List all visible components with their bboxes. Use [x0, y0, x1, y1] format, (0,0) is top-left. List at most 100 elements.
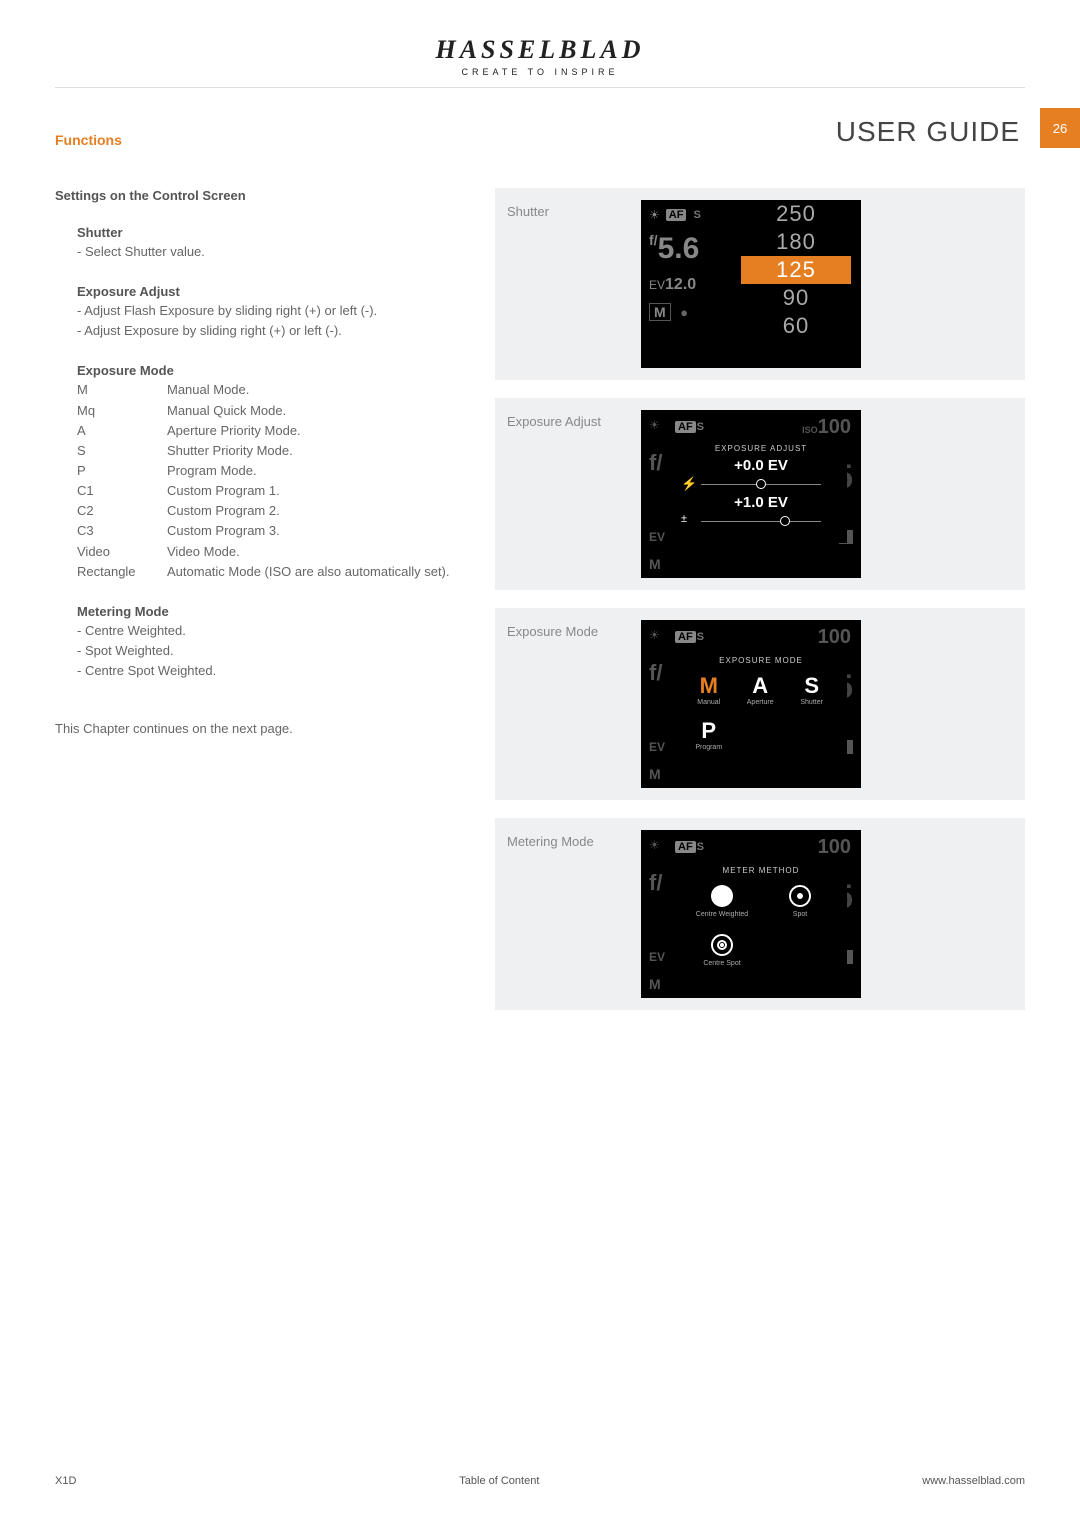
mode-value: Custom Program 1.	[167, 481, 450, 501]
dot-icon: ●	[680, 305, 688, 320]
shutter-value[interactable]: 180	[741, 228, 851, 256]
shutter-value[interactable]: 60	[741, 312, 851, 340]
mode-row: RectangleAutomatic Mode (ISO are also au…	[77, 562, 450, 582]
mode-row: PProgram Mode.	[77, 461, 450, 481]
ev-prefix: EV	[649, 278, 665, 292]
card-shutter: Shutter ☀ AFS f/5.6 EV12.0 M ●	[495, 188, 1025, 380]
af-badge: AF	[666, 209, 687, 221]
f-bg: f/	[649, 660, 662, 686]
af-badge-bg: AFS	[675, 838, 704, 853]
brand-name: HASSELBLAD	[0, 35, 1080, 65]
ev-bg: EV	[649, 740, 665, 754]
display-shutter: ☀ AFS f/5.6 EV12.0 M ● 2501801259060	[641, 200, 861, 368]
expmode-heading: Exposure Mode	[77, 363, 465, 378]
m-bg: M	[649, 766, 661, 782]
exposure-mode-option[interactable]: PProgram	[683, 714, 734, 759]
mode-row: MManual Mode.	[77, 380, 450, 400]
page-footer: X1D Table of Content www.hasselblad.com	[55, 1475, 1025, 1487]
exposure-mode-option[interactable]: AAperture	[734, 669, 785, 714]
metering-sublabel: Centre Spot	[683, 960, 761, 967]
shutter-line: - Select Shutter value.	[77, 242, 465, 262]
sun-icon: ☀	[649, 628, 660, 642]
mode-value: Video Mode.	[167, 542, 450, 562]
mode-value: Custom Program 3.	[167, 521, 450, 541]
flash-exposure-value: +0.0 EV	[683, 457, 839, 474]
circle-icon	[711, 885, 733, 907]
metering-option[interactable]: Spot	[761, 879, 839, 928]
iso-readout: 100	[818, 836, 851, 859]
mode-key: S	[77, 441, 167, 461]
shutter-value[interactable]: 125	[741, 256, 851, 284]
metering-option[interactable]: Centre Spot	[683, 928, 761, 977]
mode-key: Video	[77, 542, 167, 562]
mode-value: Automatic Mode (ISO are also automatical…	[167, 562, 450, 582]
metering-block: Metering Mode - Centre Weighted. - Spot …	[55, 604, 465, 681]
iso-readout: ISO100	[802, 416, 851, 439]
exposure-adjust-block: Exposure Adjust - Adjust Flash Exposure …	[55, 284, 465, 341]
mode-sublabel: Aperture	[734, 699, 785, 706]
footer-center: Table of Content	[459, 1475, 539, 1487]
mode-letter: A	[734, 673, 785, 699]
shutter-value[interactable]: 250	[741, 200, 851, 228]
mode-value: Shutter Priority Mode.	[167, 441, 450, 461]
flash-icon: ⚡	[681, 476, 697, 492]
slider-knob[interactable]	[780, 516, 790, 526]
panel-title: METER METHOD	[683, 866, 839, 875]
mode-value: Custom Program 2.	[167, 501, 450, 521]
mode-sublabel: Shutter	[786, 699, 837, 706]
shutter-heading: Shutter	[77, 225, 465, 240]
mode-key: C3	[77, 521, 167, 541]
centrespot-icon	[711, 934, 733, 956]
metering-option[interactable]: Centre Weighted	[683, 879, 761, 928]
ev-bg: EV	[649, 530, 665, 544]
metering-grid: Centre WeightedSpot Centre Spot	[683, 879, 839, 977]
display-metering: ☀ AFS 100 f/ 5 EV M METER METHOD Centre …	[641, 830, 861, 998]
mode-letter: S	[786, 673, 837, 699]
page-number: 26	[1040, 108, 1080, 148]
metering-sublabel: Centre Weighted	[683, 911, 761, 918]
mode-value: Manual Quick Mode.	[167, 401, 450, 421]
exposure-mode-panel: EXPOSURE MODE MManualAApertureSShutterPP…	[675, 648, 847, 768]
sun-icon: ☀	[649, 418, 660, 432]
f-bg: f/	[649, 450, 662, 476]
title-row: Functions USER GUIDE 26	[0, 108, 1080, 148]
flash-exposure-slider[interactable]	[701, 478, 821, 490]
display-exposure-adjust: ☀ AFS ISO100 f/ 5 EV M EXPOSURE ADJUST +…	[641, 410, 861, 578]
exposure-value: +1.0 EV	[683, 494, 839, 511]
af-s-label: S	[693, 209, 700, 221]
sun-icon: ☀	[649, 838, 660, 852]
mode-key: Rectangle	[77, 562, 167, 582]
ev-readout: EV12.0	[649, 276, 701, 294]
shutter-block: Shutter - Select Shutter value.	[55, 225, 465, 262]
exposure-mode-option[interactable]: MManual	[683, 669, 734, 714]
mode-row: C2Custom Program 2.	[77, 501, 450, 521]
display-exposure-mode: ☀ AFS 100 f/ 5 EV M EXPOSURE MODE MManua…	[641, 620, 861, 788]
expadj-heading: Exposure Adjust	[77, 284, 465, 299]
mode-key: C2	[77, 501, 167, 521]
exposure-adjust-panel: EXPOSURE ADJUST +0.0 EV ⚡ +1.0 EV ±	[675, 438, 847, 543]
exposure-mode-option[interactable]: SShutter	[786, 669, 837, 714]
brand-header: HASSELBLAD CREATE TO INSPIRE	[0, 0, 1080, 87]
mode-key: P	[77, 461, 167, 481]
card-exposure-mode: Exposure Mode ☀ AFS 100 f/ 5 EV M EXPOSU…	[495, 608, 1025, 800]
f-prefix: f/	[649, 232, 658, 248]
settings-title: Settings on the Control Screen	[55, 188, 465, 203]
exposure-slider[interactable]	[701, 515, 821, 527]
mode-row: C3Custom Program 3.	[77, 521, 450, 541]
metering-line1: - Centre Weighted.	[77, 621, 465, 641]
shutter-value-list: 2501801259060	[741, 200, 851, 340]
expadj-line2: - Adjust Exposure by sliding right (+) o…	[77, 321, 465, 341]
mode-row: AAperture Priority Mode.	[77, 421, 450, 441]
expadj-line1: - Adjust Flash Exposure by sliding right…	[77, 301, 465, 321]
slider-knob[interactable]	[756, 479, 766, 489]
card-exposure-adjust: Exposure Adjust ☀ AFS ISO100 f/ 5 EV M E…	[495, 398, 1025, 590]
mode-sublabel: Manual	[683, 699, 734, 706]
metering-line2: - Spot Weighted.	[77, 641, 465, 661]
metering-sublabel: Spot	[761, 911, 839, 918]
f-bg: f/	[649, 870, 662, 896]
shutter-value[interactable]: 90	[741, 284, 851, 312]
mode-row: SShutter Priority Mode.	[77, 441, 450, 461]
mode-row: VideoVideo Mode.	[77, 542, 450, 562]
mode-m-label: M	[649, 303, 671, 321]
card-expmode-label: Exposure Mode	[507, 620, 627, 788]
